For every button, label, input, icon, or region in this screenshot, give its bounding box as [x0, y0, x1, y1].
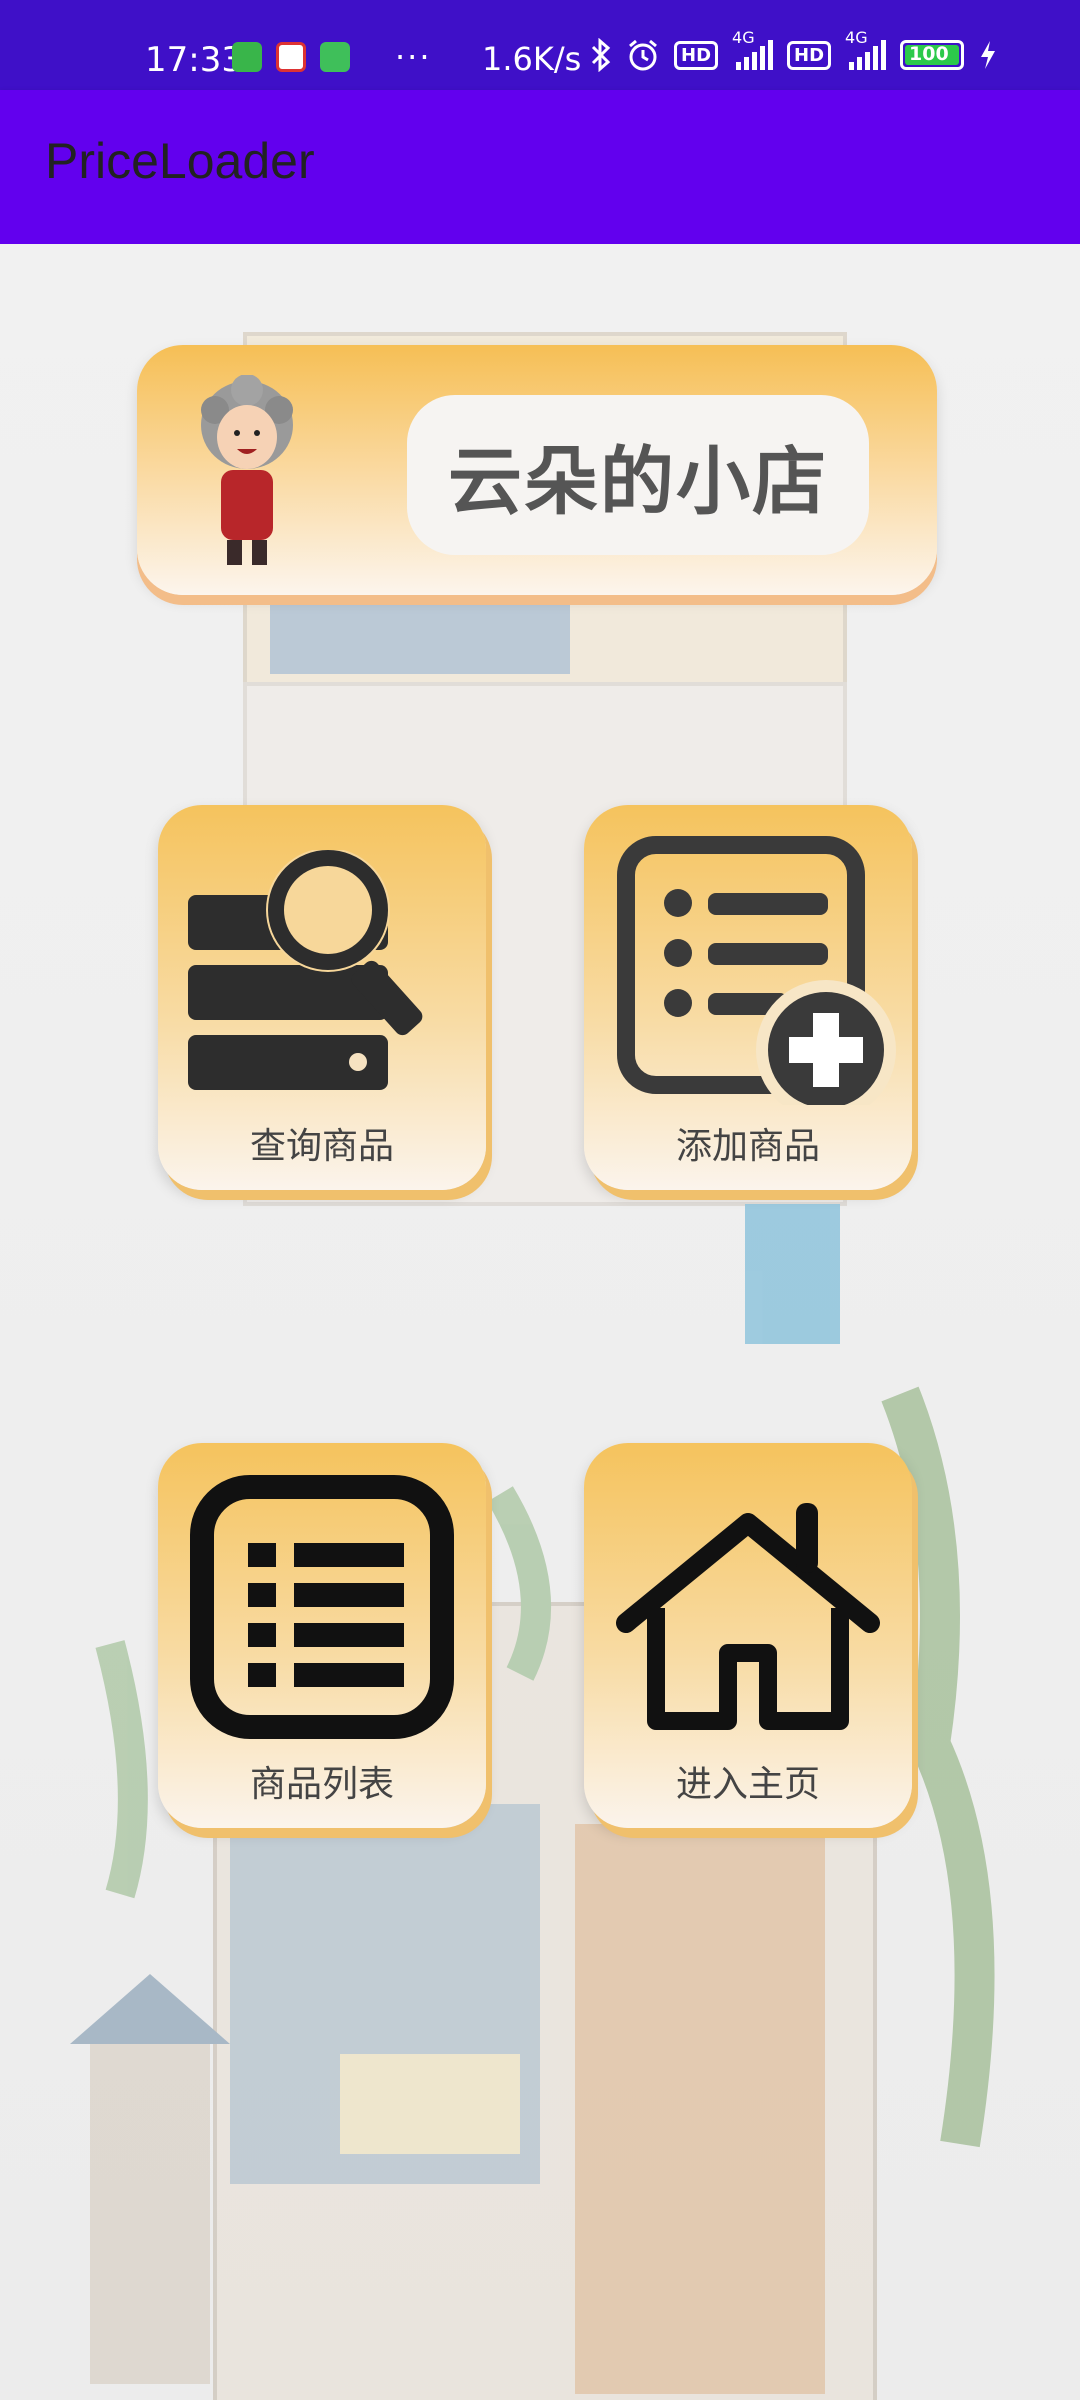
status-bar: 17:33 ··· 1.6K/s HD 4G HD 4G 100 [0, 0, 1080, 90]
bluetooth-icon [591, 38, 611, 72]
system-icons: HD 4G HD 4G 100 [590, 28, 998, 72]
product-list-label: 商品列表 [249, 1764, 394, 1805]
add-product-label: 添加商品 [675, 1126, 820, 1167]
search-products-button[interactable]: 查询商品 [158, 805, 486, 1190]
home-icon [616, 1503, 880, 1730]
grandma-avatar [201, 375, 293, 565]
signal-icon-2: 4G [845, 28, 887, 70]
battery-icon: 100 [900, 40, 965, 70]
hd-badge: HD [787, 40, 832, 70]
search-products-label: 查询商品 [249, 1126, 394, 1167]
shop-name: 云朵的小店 [448, 438, 828, 525]
enter-home-button[interactable]: 进入主页 [584, 1443, 912, 1828]
alarm-icon [629, 39, 657, 71]
enter-home-label: 进入主页 [675, 1764, 820, 1805]
signal-icon-1: 4G [732, 28, 774, 70]
more-notifications-icon: ··· [395, 38, 432, 76]
status-time: 17:33 [145, 40, 243, 80]
app-bar: PriceLoader [0, 90, 1080, 244]
tool-notification-icon [320, 42, 350, 72]
app-notification-icon [276, 42, 306, 72]
list-icon [190, 1475, 454, 1739]
network-speed: 1.6K/s [482, 40, 582, 78]
shop-banner: 云朵的小店 [137, 345, 937, 595]
hd-badge: HD [674, 40, 719, 70]
product-list-button[interactable]: 商品列表 [158, 1443, 486, 1828]
server-search-icon [188, 850, 423, 1090]
charging-icon [981, 41, 996, 69]
notification-icons [232, 42, 350, 72]
app-title: PriceLoader [45, 133, 315, 189]
android-notification-icon [232, 42, 262, 72]
shop-name-pill: 云朵的小店 [407, 395, 869, 555]
list-add-icon [617, 836, 896, 1105]
add-product-button[interactable]: 添加商品 [584, 805, 912, 1190]
